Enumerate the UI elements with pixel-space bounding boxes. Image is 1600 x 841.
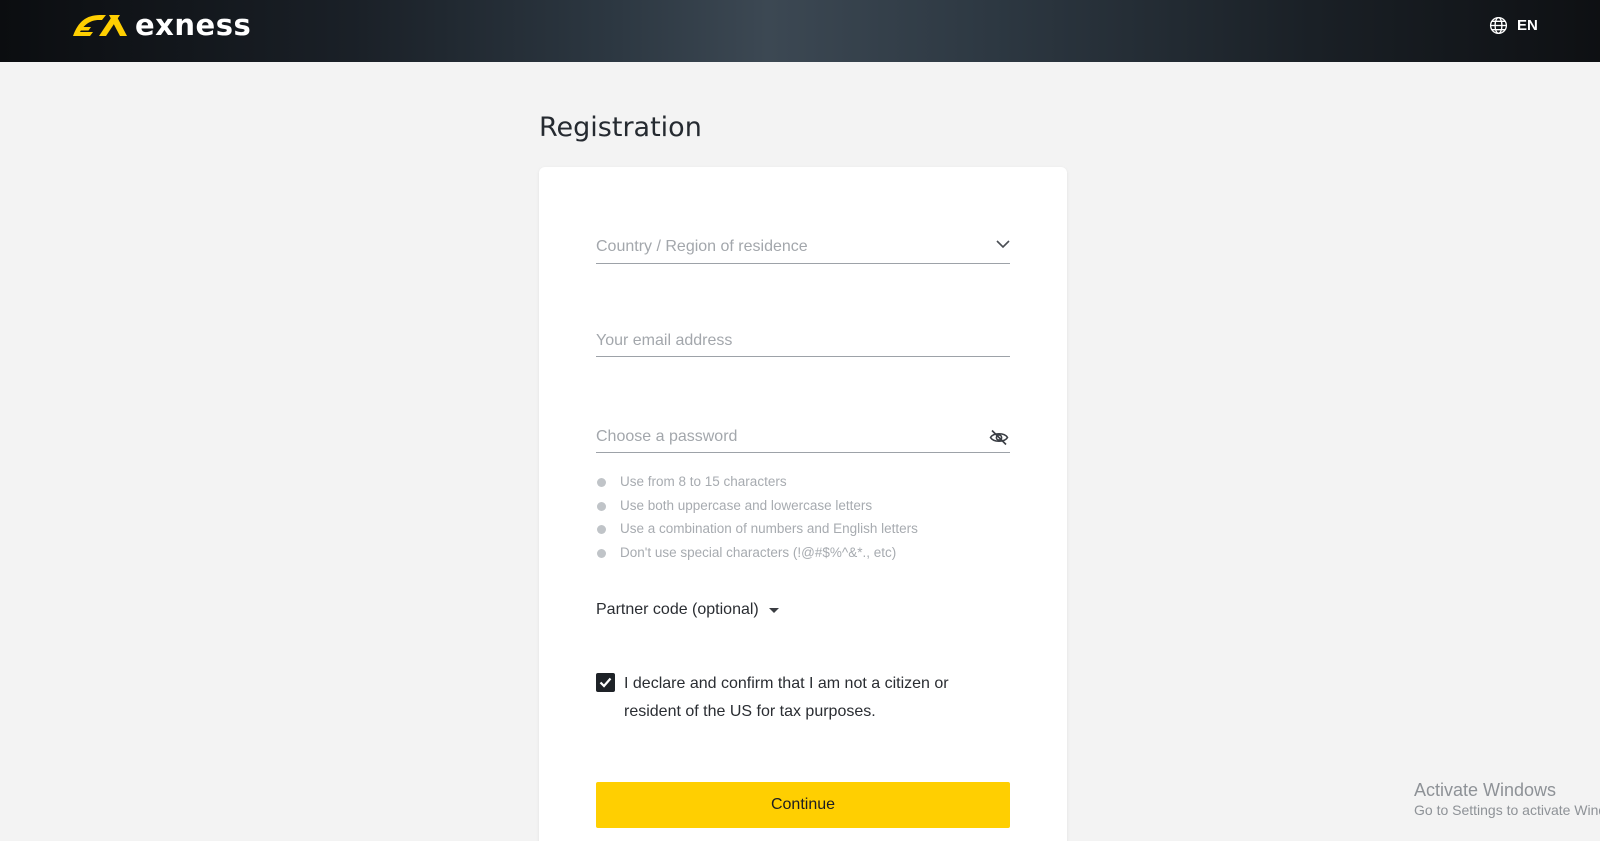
language-selector[interactable]: EN [1489,16,1538,35]
watermark-title: Activate Windows [1414,780,1557,800]
password-rule-text: Use from 8 to 15 characters [620,474,787,489]
password-rule: Use both uppercase and lowercase letters [596,496,918,520]
top-header: exness EN [0,0,1600,62]
globe-icon [1489,16,1508,35]
registration-card: Country / Region of residence Your email… [539,167,1067,841]
bullet-icon [597,525,606,534]
continue-button[interactable]: Continue [596,782,1010,828]
email-field[interactable]: Your email address [596,317,1010,357]
password-requirements: Use from 8 to 15 characters Use both upp… [596,472,918,566]
password-rule-text: Use both uppercase and lowercase letters [620,497,873,513]
partner-code-label: Partner code (optional) [596,601,759,618]
password-rule-text: Use a combination of numbers and English… [620,521,918,536]
page-title: Registration [539,112,702,143]
checkmark-icon [599,677,612,688]
brand-name: exness [135,8,252,42]
country-select[interactable]: Country / Region of residence [596,224,1010,264]
password-rule: Use from 8 to 15 characters [596,472,918,496]
bullet-icon [597,501,606,511]
partner-code-toggle[interactable]: Partner code (optional) [596,601,779,619]
password-rule: Use a combination of numbers and English… [596,519,918,543]
exness-logo-icon [73,15,127,36]
password-field[interactable]: Choose a password [596,413,1010,453]
chevron-down-icon [996,240,1010,249]
password-rule: Don't use special characters (!@#$%^&*.,… [596,543,918,567]
bullet-icon [597,478,606,487]
exness-logo[interactable]: exness [69,8,252,42]
watermark-subtitle: Go to Settings to activate Windows. [1414,802,1600,818]
windows-activation-watermark: Activate Windows Go to Settings to activ… [1414,779,1600,819]
country-placeholder: Country / Region of residence [596,238,808,255]
declaration-checkbox[interactable] [596,673,615,692]
email-placeholder: Your email address [596,332,733,349]
eye-off-icon[interactable] [989,429,1009,446]
language-label: EN [1517,17,1538,34]
declaration-text: I declare and confirm that I am not a ci… [624,675,949,720]
caret-down-icon [768,607,779,613]
password-placeholder: Choose a password [596,428,738,445]
password-rule-text: Don't use special characters (!@#$%^&*.,… [620,544,897,560]
bullet-icon [597,548,606,558]
